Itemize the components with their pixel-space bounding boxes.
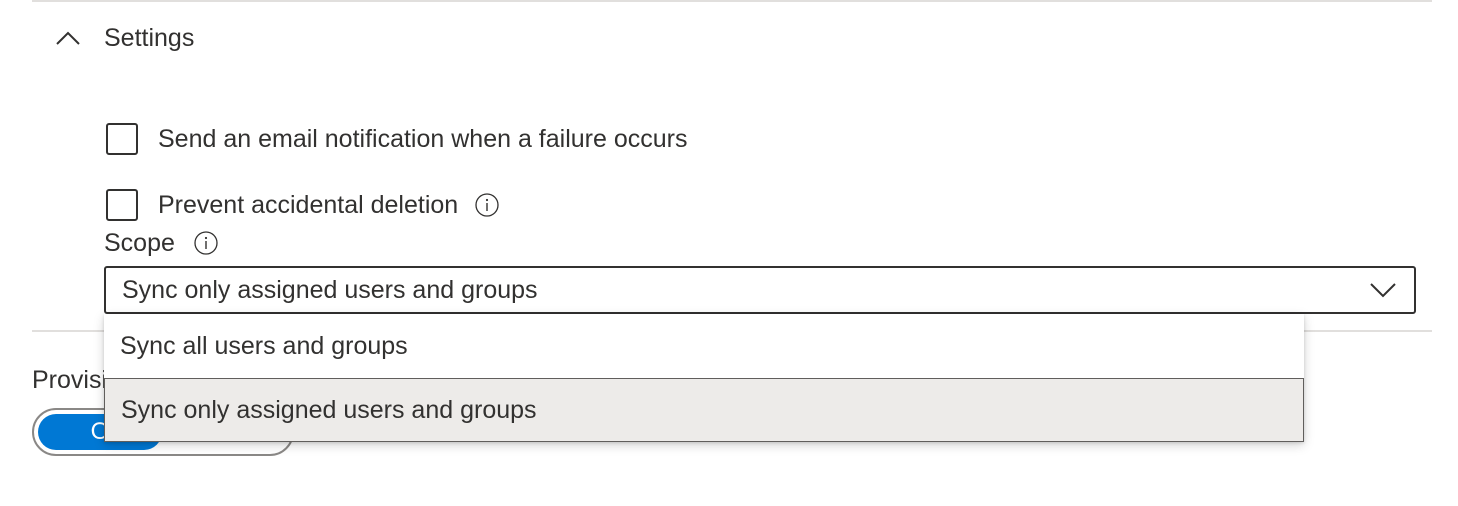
scope-option-label: Sync only assigned users and groups [121,395,537,424]
email-notification-label: Send an email notification when a failur… [158,124,688,153]
chevron-down-icon [1368,280,1398,300]
email-notification-checkbox[interactable] [106,123,138,155]
settings-section-header[interactable]: Settings [52,18,194,58]
settings-title: Settings [104,23,195,52]
chevron-up-icon [52,26,84,50]
scope-dropdown[interactable]: Sync only assigned users and groups [104,266,1416,314]
scope-label-row: Scope [104,226,219,260]
scope-option-sync-assigned[interactable]: Sync only assigned users and groups [104,378,1304,442]
scope-dropdown-menu: Sync all users and groups Sync only assi… [104,314,1304,442]
prevent-deletion-option[interactable]: Prevent accidental deletion [106,187,500,223]
scope-option-sync-all[interactable]: Sync all users and groups [104,314,1304,378]
scope-label: Scope [104,228,175,257]
top-divider [32,0,1432,2]
scope-dropdown-value: Sync only assigned users and groups [122,275,538,304]
prevent-deletion-label: Prevent accidental deletion [158,190,459,219]
prevent-deletion-checkbox[interactable] [106,189,138,221]
email-notification-option[interactable]: Send an email notification when a failur… [106,121,687,157]
info-icon[interactable] [193,230,219,256]
scope-option-label: Sync all users and groups [120,331,408,360]
provisioning-status-label: Provisi [32,366,108,394]
info-icon[interactable] [474,192,500,218]
